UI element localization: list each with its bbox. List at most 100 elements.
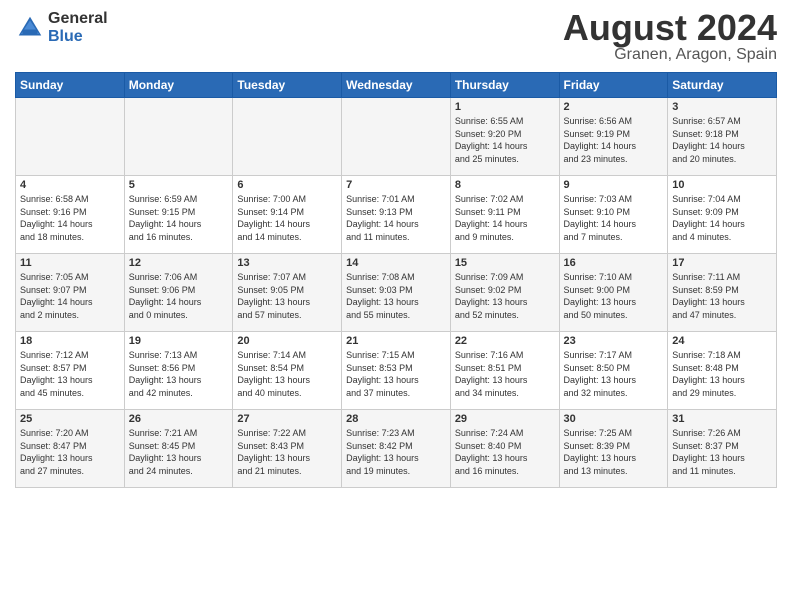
cell-2-3: 14 Sunrise: 7:08 AM Sunset: 9:03 PM Dayli…	[342, 254, 451, 332]
day-number: 7	[346, 179, 446, 191]
day-info: Sunrise: 7:25 AM Sunset: 8:39 PM Dayligh…	[564, 427, 664, 477]
cell-0-2	[233, 98, 342, 176]
logo-general: General	[48, 10, 108, 28]
header: General Blue August 2024 Granen, Aragon,…	[15, 10, 777, 64]
day-info: Sunrise: 7:06 AM Sunset: 9:06 PM Dayligh…	[129, 271, 229, 321]
cell-3-3: 21 Sunrise: 7:15 AM Sunset: 8:53 PM Dayli…	[342, 332, 451, 410]
cell-2-0: 11Sunrise: 7:05 AM Sunset: 9:07 PM Dayli…	[16, 254, 125, 332]
day-info: Sunrise: 6:59 AM Sunset: 9:15 PM Dayligh…	[129, 193, 229, 243]
day-info: Sunrise: 7:07 AM Sunset: 9:05 PM Dayligh…	[237, 271, 337, 321]
cell-2-2: 13 Sunrise: 7:07 AM Sunset: 9:05 PM Dayli…	[233, 254, 342, 332]
day-info: Sunrise: 7:16 AM Sunset: 8:51 PM Dayligh…	[455, 349, 555, 399]
day-number: 10	[672, 179, 772, 191]
day-info: Sunrise: 7:00 AM Sunset: 9:14 PM Dayligh…	[237, 193, 337, 243]
cell-1-3: 7 Sunrise: 7:01 AM Sunset: 9:13 PM Daylig…	[342, 176, 451, 254]
day-info: Sunrise: 7:04 AM Sunset: 9:09 PM Dayligh…	[672, 193, 772, 243]
day-info: Sunrise: 7:18 AM Sunset: 8:48 PM Dayligh…	[672, 349, 772, 399]
day-number: 21	[346, 335, 446, 347]
day-info: Sunrise: 6:56 AM Sunset: 9:19 PM Dayligh…	[564, 115, 664, 165]
day-info: Sunrise: 7:14 AM Sunset: 8:54 PM Dayligh…	[237, 349, 337, 399]
cell-3-5: 23Sunrise: 7:17 AM Sunset: 8:50 PM Dayli…	[559, 332, 668, 410]
day-number: 23	[564, 335, 664, 347]
col-saturday: Saturday	[668, 73, 777, 98]
cell-4-3: 28 Sunrise: 7:23 AM Sunset: 8:42 PM Dayli…	[342, 410, 451, 488]
logo-blue: Blue	[48, 28, 108, 46]
cell-3-1: 19 Sunrise: 7:13 AM Sunset: 8:56 PM Dayli…	[124, 332, 233, 410]
cell-4-2: 27Sunrise: 7:22 AM Sunset: 8:43 PM Dayli…	[233, 410, 342, 488]
day-info: Sunrise: 7:23 AM Sunset: 8:42 PM Dayligh…	[346, 427, 446, 477]
day-info: Sunrise: 7:03 AM Sunset: 9:10 PM Dayligh…	[564, 193, 664, 243]
cell-2-6: 17 Sunrise: 7:11 AM Sunset: 8:59 PM Dayli…	[668, 254, 777, 332]
cell-0-6: 3Sunrise: 6:57 AM Sunset: 9:18 PM Daylig…	[668, 98, 777, 176]
day-number: 14	[346, 257, 446, 269]
day-number: 2	[564, 101, 664, 113]
day-info: Sunrise: 7:08 AM Sunset: 9:03 PM Dayligh…	[346, 271, 446, 321]
week-row-1: 1 Sunrise: 6:55 AM Sunset: 9:20 PM Daylig…	[16, 98, 777, 176]
logo: General Blue	[15, 10, 108, 45]
day-info: Sunrise: 7:01 AM Sunset: 9:13 PM Dayligh…	[346, 193, 446, 243]
day-info: Sunrise: 7:05 AM Sunset: 9:07 PM Dayligh…	[20, 271, 120, 321]
day-info: Sunrise: 7:24 AM Sunset: 8:40 PM Dayligh…	[455, 427, 555, 477]
cell-2-1: 12 Sunrise: 7:06 AM Sunset: 9:06 PM Dayli…	[124, 254, 233, 332]
day-info: Sunrise: 7:02 AM Sunset: 9:11 PM Dayligh…	[455, 193, 555, 243]
day-number: 1	[455, 101, 555, 113]
week-row-3: 11Sunrise: 7:05 AM Sunset: 9:07 PM Dayli…	[16, 254, 777, 332]
cell-0-4: 1 Sunrise: 6:55 AM Sunset: 9:20 PM Daylig…	[450, 98, 559, 176]
week-row-2: 4Sunrise: 6:58 AM Sunset: 9:16 PM Daylig…	[16, 176, 777, 254]
day-info: Sunrise: 7:15 AM Sunset: 8:53 PM Dayligh…	[346, 349, 446, 399]
cell-0-1	[124, 98, 233, 176]
cell-4-5: 30 Sunrise: 7:25 AM Sunset: 8:39 PM Dayli…	[559, 410, 668, 488]
day-number: 24	[672, 335, 772, 347]
day-number: 6	[237, 179, 337, 191]
day-number: 18	[20, 335, 120, 347]
month-title: August 2024	[563, 10, 777, 46]
day-number: 12	[129, 257, 229, 269]
cell-1-5: 9Sunrise: 7:03 AM Sunset: 9:10 PM Daylig…	[559, 176, 668, 254]
calendar-table: Sunday Monday Tuesday Wednesday Thursday…	[15, 72, 777, 488]
day-number: 3	[672, 101, 772, 113]
day-info: Sunrise: 7:10 AM Sunset: 9:00 PM Dayligh…	[564, 271, 664, 321]
cell-3-2: 20 Sunrise: 7:14 AM Sunset: 8:54 PM Dayli…	[233, 332, 342, 410]
day-number: 15	[455, 257, 555, 269]
cell-1-0: 4Sunrise: 6:58 AM Sunset: 9:16 PM Daylig…	[16, 176, 125, 254]
day-number: 16	[564, 257, 664, 269]
week-row-5: 25Sunrise: 7:20 AM Sunset: 8:47 PM Dayli…	[16, 410, 777, 488]
logo-text: General Blue	[48, 10, 108, 45]
day-info: Sunrise: 7:12 AM Sunset: 8:57 PM Dayligh…	[20, 349, 120, 399]
cell-4-1: 26 Sunrise: 7:21 AM Sunset: 8:45 PM Dayli…	[124, 410, 233, 488]
cell-3-0: 18 Sunrise: 7:12 AM Sunset: 8:57 PM Dayli…	[16, 332, 125, 410]
page-container: General Blue August 2024 Granen, Aragon,…	[0, 0, 792, 493]
cell-1-1: 5 Sunrise: 6:59 AM Sunset: 9:15 PM Daylig…	[124, 176, 233, 254]
cell-4-6: 31Sunrise: 7:26 AM Sunset: 8:37 PM Dayli…	[668, 410, 777, 488]
title-block: August 2024 Granen, Aragon, Spain	[563, 10, 777, 64]
day-info: Sunrise: 7:09 AM Sunset: 9:02 PM Dayligh…	[455, 271, 555, 321]
day-info: Sunrise: 7:13 AM Sunset: 8:56 PM Dayligh…	[129, 349, 229, 399]
day-info: Sunrise: 6:58 AM Sunset: 9:16 PM Dayligh…	[20, 193, 120, 243]
cell-1-2: 6 Sunrise: 7:00 AM Sunset: 9:14 PM Daylig…	[233, 176, 342, 254]
col-friday: Friday	[559, 73, 668, 98]
cell-1-6: 10 Sunrise: 7:04 AM Sunset: 9:09 PM Dayli…	[668, 176, 777, 254]
day-number: 8	[455, 179, 555, 191]
col-thursday: Thursday	[450, 73, 559, 98]
day-info: Sunrise: 6:55 AM Sunset: 9:20 PM Dayligh…	[455, 115, 555, 165]
day-number: 22	[455, 335, 555, 347]
day-number: 13	[237, 257, 337, 269]
day-number: 26	[129, 413, 229, 425]
day-info: Sunrise: 7:11 AM Sunset: 8:59 PM Dayligh…	[672, 271, 772, 321]
day-number: 28	[346, 413, 446, 425]
day-number: 19	[129, 335, 229, 347]
day-info: Sunrise: 7:21 AM Sunset: 8:45 PM Dayligh…	[129, 427, 229, 477]
week-row-4: 18 Sunrise: 7:12 AM Sunset: 8:57 PM Dayli…	[16, 332, 777, 410]
cell-4-0: 25Sunrise: 7:20 AM Sunset: 8:47 PM Dayli…	[16, 410, 125, 488]
day-number: 5	[129, 179, 229, 191]
col-wednesday: Wednesday	[342, 73, 451, 98]
day-number: 30	[564, 413, 664, 425]
cell-2-4: 15 Sunrise: 7:09 AM Sunset: 9:02 PM Dayli…	[450, 254, 559, 332]
logo-icon	[15, 13, 45, 43]
cell-4-4: 29Sunrise: 7:24 AM Sunset: 8:40 PM Dayli…	[450, 410, 559, 488]
cell-2-5: 16 Sunrise: 7:10 AM Sunset: 9:00 PM Dayli…	[559, 254, 668, 332]
cell-3-4: 22 Sunrise: 7:16 AM Sunset: 8:51 PM Dayli…	[450, 332, 559, 410]
day-number: 17	[672, 257, 772, 269]
day-number: 20	[237, 335, 337, 347]
cell-1-4: 8 Sunrise: 7:02 AM Sunset: 9:11 PM Daylig…	[450, 176, 559, 254]
